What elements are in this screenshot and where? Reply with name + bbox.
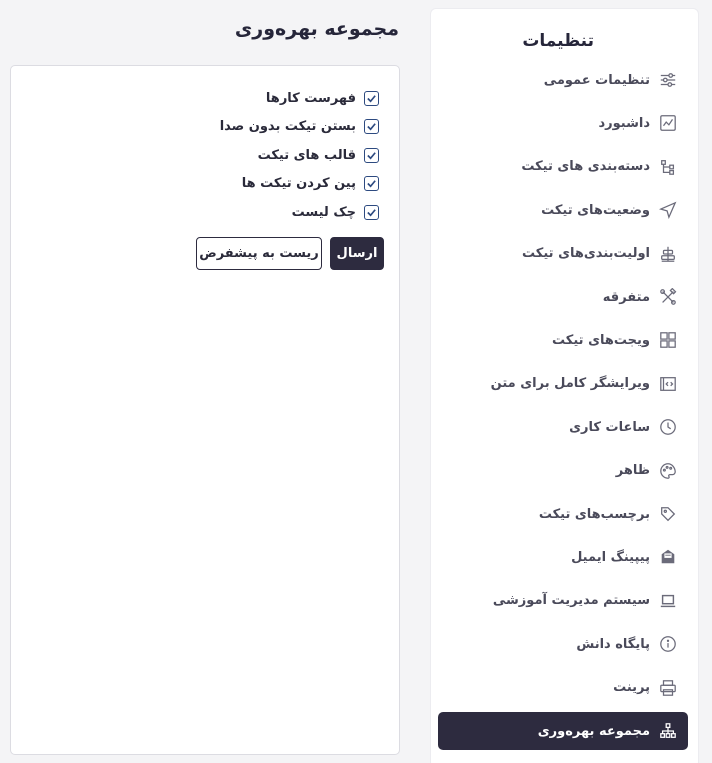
clock-icon (658, 417, 678, 437)
sidebar-item-general-settings[interactable]: تنظیمات عمومی (438, 61, 688, 99)
code-icon (658, 374, 678, 394)
ticket-templates-checkbox[interactable] (364, 147, 379, 163)
settings-panel: فهرست کارها بستن تیکت بدون صدا قالب های … (10, 65, 400, 755)
sidebar-item-ticket-tags[interactable]: برچسب‌های تیکت (438, 495, 688, 533)
sidebar-item-print[interactable]: پرینت (438, 669, 688, 707)
chart-icon (658, 113, 678, 133)
info-icon (658, 634, 678, 654)
send-icon (658, 200, 678, 220)
option-label: فهرست کارها (265, 90, 356, 106)
silent-close-checkbox[interactable] (364, 119, 379, 135)
sidebar-item-label: سیستم مدیریت آموزشی (492, 593, 650, 609)
sidebar-item-label: برچسب‌های تیکت (538, 506, 650, 522)
option-label: پین کردن تیکت ها (241, 176, 356, 192)
sidebar-item-label: ویجت‌های تیکت (552, 332, 650, 348)
grid-icon (658, 330, 678, 350)
palette-icon (658, 461, 678, 481)
sidebar-item-rich-text-editor[interactable]: ویرایشگر کامل برای متن (438, 365, 688, 403)
sidebar-item-ticket-widgets[interactable]: ویجت‌های تیکت (438, 321, 688, 359)
todo-list-checkbox[interactable] (364, 90, 379, 106)
tools-icon (658, 287, 678, 307)
sidebar-item-knowledge-base[interactable]: پایگاه دانش (438, 625, 688, 663)
sidebar-title: تنظیمات (522, 31, 594, 51)
sitemap-icon (658, 721, 678, 741)
sidebar-item-label: ویرایشگر کامل برای متن (490, 376, 650, 392)
sidebar-item-label: پیپینگ ایمیل (571, 549, 650, 565)
sidebar-item-label: پایگاه دانش (576, 636, 650, 652)
sidebar-item-label: مجموعه بهره‌وری (537, 723, 650, 739)
sidebar-item-email-piping[interactable]: پیپینگ ایمیل (438, 538, 688, 576)
option-label: بستن تیکت بدون صدا (219, 119, 356, 135)
sidebar-item-ticket-categories[interactable]: دسته‌بندی های تیکت (438, 148, 688, 186)
option-label: قالب های تیکت (257, 147, 356, 163)
sidebar-item-label: ظاهر (615, 463, 650, 479)
option-todo-list: فهرست کارها (220, 84, 379, 113)
sidebar-item-ticket-priorities[interactable]: اولیت‌بندی‌های تیکت (438, 235, 688, 273)
email-icon (658, 547, 678, 567)
sidebar-item-lms[interactable]: سیستم مدیریت آموزشی (438, 582, 688, 620)
settings-sidebar: تنظیمات تنظیمات عمومی داشبورد دسته‌بندی … (430, 8, 699, 763)
checklist-checkbox[interactable] (364, 204, 379, 220)
sidebar-item-appearance[interactable]: ظاهر (438, 452, 688, 490)
printer-icon (658, 678, 678, 698)
page-title: مجموعه بهره‌وری (234, 18, 399, 40)
pin-tickets-checkbox[interactable] (364, 176, 379, 192)
laptop-icon (658, 591, 678, 611)
sidebar-item-label: وضعیت‌های تیکت (541, 202, 650, 218)
option-silent-close: بستن تیکت بدون صدا (220, 113, 379, 142)
option-label: چک لیست (291, 204, 356, 220)
sidebar-item-label: دسته‌بندی های تیکت (521, 159, 650, 175)
sliders-icon (658, 70, 678, 90)
sidebar-item-misc[interactable]: متفرقه (438, 278, 688, 316)
sidebar-item-label: پرینت (613, 680, 650, 696)
option-pin-tickets: پین کردن تیکت ها (220, 170, 379, 199)
sidebar-item-dashboard[interactable]: داشبورد (438, 104, 688, 142)
form-actions: ارسال ریست به پیشفرض (196, 237, 384, 270)
sidebar-item-ticket-statuses[interactable]: وضعیت‌های تیکت (438, 191, 688, 229)
sidebar-item-label: داشبورد (598, 115, 650, 131)
option-checklist: چک لیست (220, 198, 379, 227)
sidebar-item-label: متفرقه (602, 289, 650, 305)
hierarchy-icon (658, 157, 678, 177)
sidebar-item-working-hours[interactable]: ساعات کاری (438, 408, 688, 446)
option-ticket-templates: قالب های تیکت (220, 141, 379, 170)
submit-button[interactable]: ارسال (330, 237, 384, 270)
sidebar-item-label: تنظیمات عمومی (543, 72, 650, 88)
sidebar-item-label: اولیت‌بندی‌های تیکت (522, 246, 650, 262)
reset-default-button[interactable]: ریست به پیشفرض (196, 237, 322, 270)
options-list: فهرست کارها بستن تیکت بدون صدا قالب های … (220, 84, 379, 227)
priority-icon (658, 244, 678, 264)
tag-icon (658, 504, 678, 524)
sidebar-item-label: ساعات کاری (569, 419, 650, 435)
sidebar-item-productivity-suite[interactable]: مجموعه بهره‌وری (438, 712, 688, 750)
